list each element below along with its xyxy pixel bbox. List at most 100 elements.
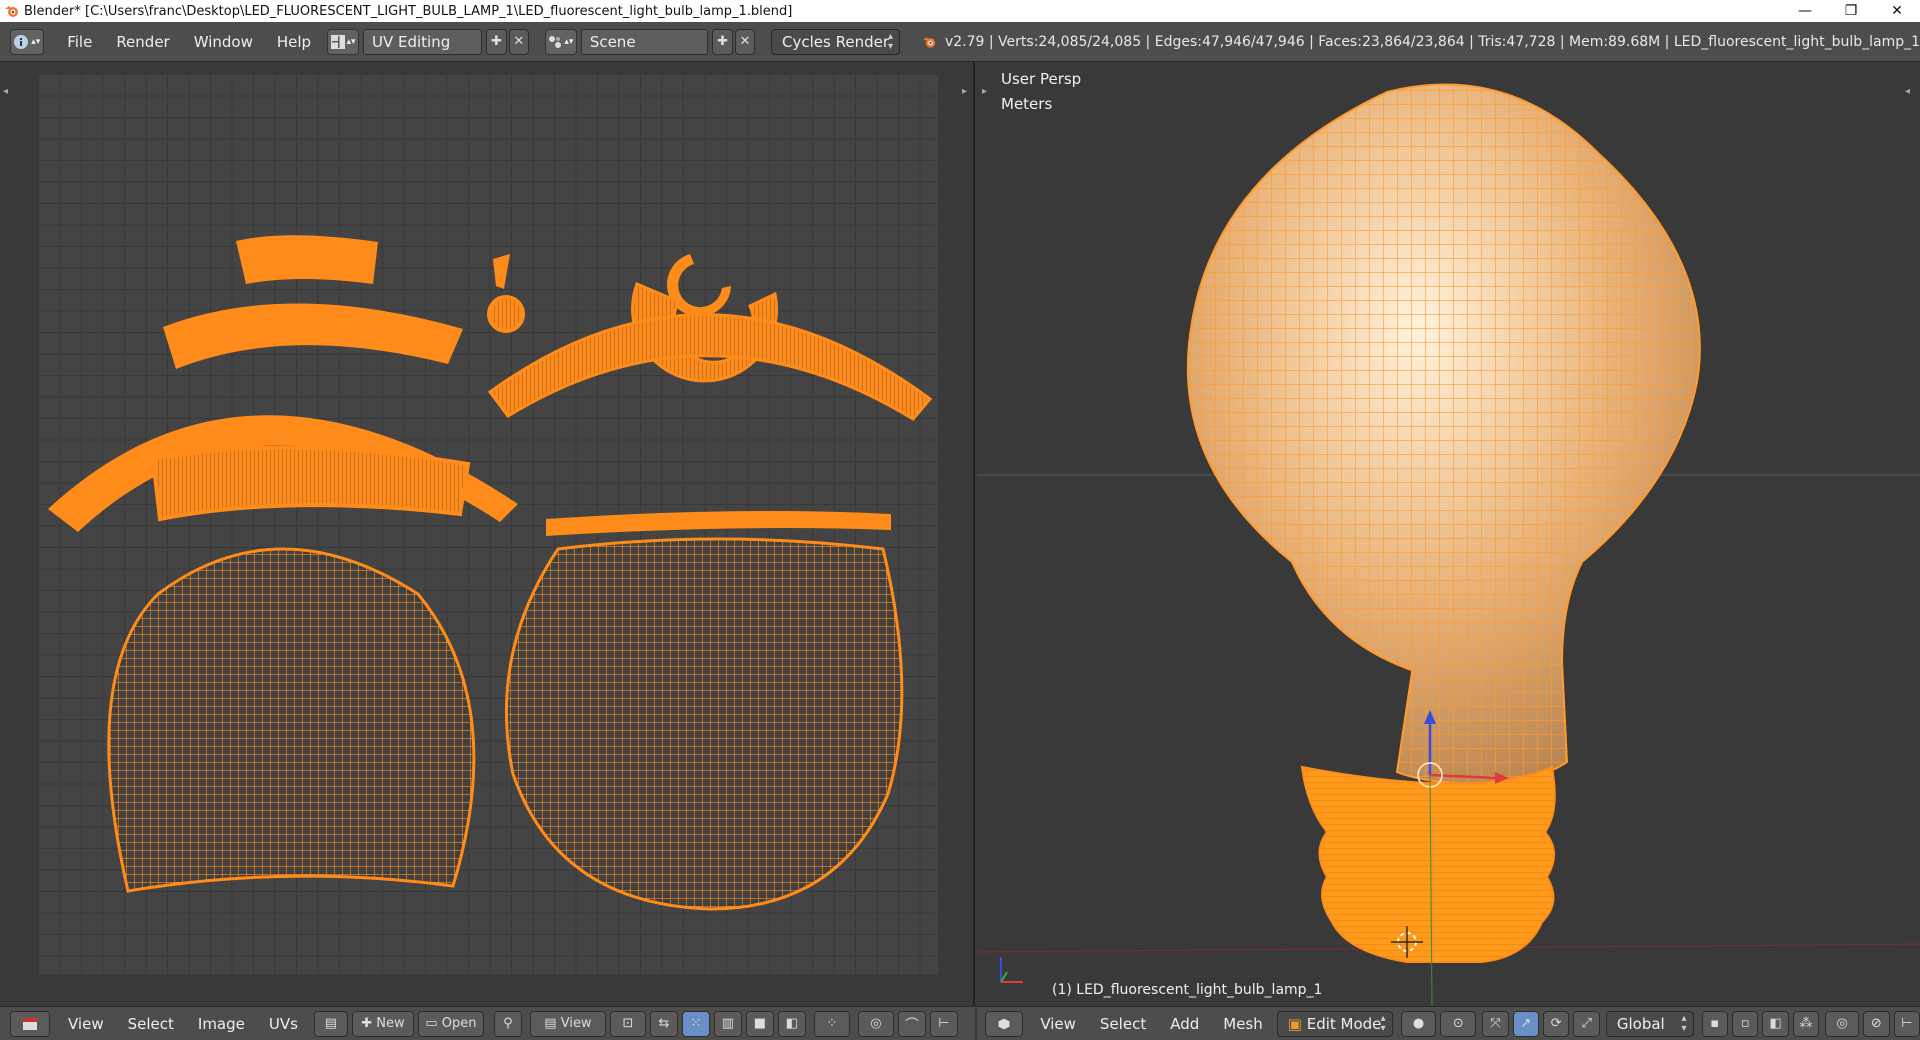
proportional-falloff-icon[interactable]: ⌒ xyxy=(897,1010,926,1037)
menu-window[interactable]: Window xyxy=(182,33,265,51)
uv-menu-view[interactable]: View xyxy=(56,1015,116,1033)
island-select-mode-icon[interactable]: ◧ xyxy=(777,1010,806,1037)
window-titlebar: Blender* [C:\Users\franc\Desktop\LED_FLU… xyxy=(0,0,1920,22)
region-toggle-right-icon[interactable]: ▸ xyxy=(962,86,967,97)
proportional-edit-button[interactable]: ◎ xyxy=(857,1010,894,1037)
3d-viewport[interactable]: ▸ ◂ User Persp Meters (1) LED_fluorescen… xyxy=(977,62,1920,1006)
interaction-mode-dropdown[interactable]: ▣ Edit Mode ▴ ▾ xyxy=(1276,1010,1393,1037)
vp-snap-icon[interactable]: ⊘ xyxy=(1863,1010,1890,1037)
menu-help[interactable]: Help xyxy=(265,33,323,51)
pivot-point-button[interactable]: ⊡ xyxy=(609,1010,646,1037)
editor-type-info-button[interactable]: ▴▾ xyxy=(10,28,44,55)
vp-snap-element-icon[interactable]: ⊢ xyxy=(1893,1010,1920,1037)
image-editor-icon xyxy=(23,1017,37,1030)
vp-proportional-edit-button[interactable]: ◎ xyxy=(1825,1010,1860,1037)
vertex-select-mode-icon[interactable]: ⁙ xyxy=(681,1010,710,1037)
uv-island-small-piece[interactable] xyxy=(493,254,510,289)
vp-menu-mesh[interactable]: Mesh xyxy=(1211,1015,1275,1033)
uv-menu-select[interactable]: Select xyxy=(116,1015,186,1033)
window-title: Blender* [C:\Users\franc\Desktop\LED_FLU… xyxy=(24,3,793,19)
bulb-wireframe-overlay xyxy=(1187,84,1700,784)
uv-menu-uvs[interactable]: UVs xyxy=(257,1015,310,1033)
scene-statistics: v2.79 | Verts:24,085/24,085 | Edges:47,9… xyxy=(944,33,1920,50)
uv-image-editor[interactable]: ◂ ▸ xyxy=(0,62,975,1006)
rotate-manipulator-icon[interactable]: ⟳ xyxy=(1543,1010,1570,1037)
uv-island-globe-right[interactable] xyxy=(504,537,904,911)
uv-menu-image[interactable]: Image xyxy=(186,1015,257,1033)
uv-island-small-disc[interactable] xyxy=(487,295,525,333)
menu-file[interactable]: File xyxy=(55,33,104,51)
pivot-center-button[interactable]: ⊙ xyxy=(1440,1010,1477,1037)
image-browse-button[interactable]: ▤ xyxy=(313,1010,348,1037)
minimize-button[interactable]: — xyxy=(1782,0,1828,22)
menu-render[interactable]: Render xyxy=(104,33,181,51)
render-engine-dropdown[interactable]: Cycles Render ▴ ▾ xyxy=(771,28,901,55)
uv-editor-header: View Select Image UVs ▤ ✚ New ▭ Open ⚲ ▤… xyxy=(0,1006,975,1040)
scene-name-field[interactable]: Scene xyxy=(580,28,709,55)
render-engine-label: Cycles Render xyxy=(782,32,890,51)
occlude-geometry-icon[interactable]: ⁂ xyxy=(1792,1010,1820,1037)
close-button[interactable]: ✕ xyxy=(1874,0,1920,22)
layout-icon xyxy=(330,34,345,49)
snap-element-icon[interactable]: ⊢ xyxy=(929,1010,958,1037)
vp-menu-select[interactable]: Select xyxy=(1088,1015,1158,1033)
editor-type-uv-button[interactable] xyxy=(10,1010,50,1037)
edit-mode-icon: ▣ xyxy=(1287,1014,1302,1033)
scene-selector[interactable]: ▴▾ xyxy=(544,28,577,55)
vertex-select-icon[interactable]: ▪ xyxy=(1701,1010,1728,1037)
open-image-label: Open xyxy=(441,1016,477,1031)
viewport-scene[interactable] xyxy=(977,62,1920,1006)
info-header: ▴▾ File Render Window Help ▴▾ UV Editing… xyxy=(0,22,1920,62)
edge-select-mode-icon[interactable]: ▥ xyxy=(713,1010,742,1037)
interaction-mode-label: Edit Mode xyxy=(1306,1014,1382,1033)
new-image-button[interactable]: ✚ New xyxy=(351,1010,414,1037)
add-layout-button[interactable]: ✚ xyxy=(486,28,507,55)
transform-orientation-label: Global xyxy=(1616,1014,1665,1033)
vp-menu-add[interactable]: Add xyxy=(1158,1015,1211,1033)
transform-orientation-dropdown[interactable]: Global ▴ ▾ xyxy=(1605,1010,1694,1037)
image-view-label: View xyxy=(560,1016,592,1031)
folder-icon: ▭ xyxy=(425,1016,438,1031)
add-scene-button[interactable]: ✚ xyxy=(712,28,733,55)
uv-island-ring-top[interactable] xyxy=(236,235,378,284)
uv-island-thread-band[interactable] xyxy=(150,445,471,522)
screen-layout-selector[interactable]: ▴▾ xyxy=(327,28,359,55)
scene-icon xyxy=(549,35,562,48)
face-select-icon[interactable]: ◧ xyxy=(1762,1010,1789,1037)
plus-icon: ✚ xyxy=(361,1016,373,1031)
remove-scene-button[interactable]: ✕ xyxy=(734,28,756,55)
pin-image-icon[interactable]: ⚲ xyxy=(493,1010,522,1037)
vp-menu-view[interactable]: View xyxy=(1028,1015,1088,1033)
info-icon xyxy=(14,34,29,49)
blender-logo-icon xyxy=(5,6,18,17)
open-image-button[interactable]: ▭ Open xyxy=(417,1010,484,1037)
translate-manipulator-icon[interactable]: ↗ xyxy=(1512,1010,1540,1037)
active-object-label: (1) LED_fluorescent_light_bulb_lamp_1 xyxy=(1052,982,1323,998)
image-view-dropdown[interactable]: ▤ View xyxy=(529,1010,606,1037)
uv-island-thin-strip[interactable] xyxy=(546,510,891,536)
uv-canvas[interactable] xyxy=(38,74,938,974)
viewport-shading-button[interactable]: ● xyxy=(1400,1010,1437,1037)
dropdown-arrows-icon: ▴ ▾ xyxy=(888,30,894,52)
restore-button[interactable]: ❐ xyxy=(1828,0,1874,22)
sticky-selection-button[interactable]: ⁘ xyxy=(813,1010,850,1037)
uv-island-ring-2[interactable] xyxy=(163,303,463,369)
screen-layout-name[interactable]: UV Editing xyxy=(362,28,483,55)
sync-selection-icon[interactable]: ⇆ xyxy=(649,1010,678,1037)
bulb-screw-base[interactable] xyxy=(1300,765,1556,963)
remove-layout-button[interactable]: ✕ xyxy=(508,28,529,55)
uv-island-globe-left[interactable] xyxy=(107,547,476,893)
view-icon: ▤ xyxy=(544,1016,557,1031)
dropdown-arrows-icon: ▴ ▾ xyxy=(1681,1012,1687,1034)
scale-manipulator-icon[interactable]: ⤢ xyxy=(1573,1010,1600,1037)
blender-logo-icon xyxy=(922,36,936,48)
manipulator-toggle-icon[interactable]: ⤧ xyxy=(1482,1010,1509,1037)
dropdown-arrows-icon: ▴ ▾ xyxy=(1380,1012,1386,1034)
editor-type-3d-button[interactable] xyxy=(985,1010,1023,1037)
new-image-label: New xyxy=(376,1016,405,1031)
edge-select-icon[interactable]: ▫ xyxy=(1731,1010,1759,1037)
region-toggle-left-icon[interactable]: ◂ xyxy=(3,86,8,97)
face-select-mode-icon[interactable]: ■ xyxy=(745,1010,774,1037)
uv-islands[interactable] xyxy=(38,74,938,974)
cube-icon xyxy=(997,1016,1011,1031)
